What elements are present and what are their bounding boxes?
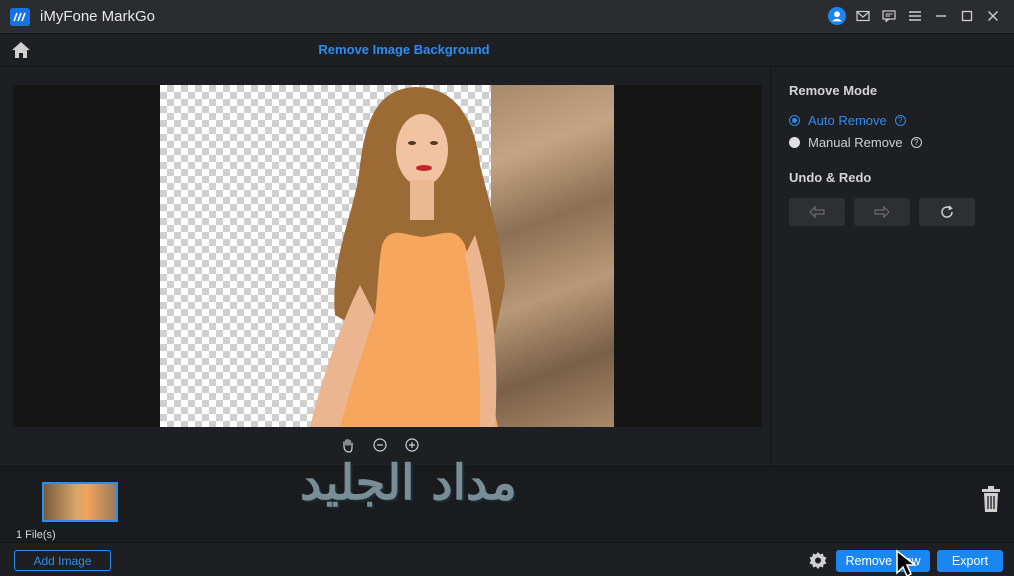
export-button[interactable]: Export — [937, 550, 1003, 572]
zoom-out-icon[interactable] — [372, 437, 388, 453]
trash-icon[interactable] — [980, 485, 1002, 513]
bottom-bar: Add Image Remove Now Export — [0, 542, 1014, 576]
image-thumbnail[interactable] — [42, 482, 118, 522]
close-icon[interactable] — [984, 7, 1002, 25]
header-bar: Remove Image Background — [0, 34, 1014, 67]
redo-button[interactable] — [854, 198, 910, 226]
page-title: Remove Image Background — [318, 42, 490, 57]
canvas-stage — [13, 85, 762, 427]
minimize-icon[interactable] — [932, 7, 950, 25]
mode-manual-remove[interactable]: Manual Remove ? — [789, 135, 922, 150]
maximize-icon[interactable] — [958, 7, 976, 25]
mode-label: Auto Remove — [808, 113, 887, 128]
settings-panel: Remove Mode Auto Remove ? Manual Remove … — [770, 68, 1014, 466]
add-image-button[interactable]: Add Image — [14, 550, 111, 571]
menu-icon[interactable] — [906, 7, 924, 25]
file-count: 1 File(s) — [16, 529, 56, 541]
gear-icon[interactable] — [808, 551, 828, 571]
help-icon[interactable]: ? — [894, 115, 906, 126]
subject-figure — [310, 87, 505, 427]
canvas-area — [0, 68, 770, 466]
redo-icon — [874, 205, 890, 219]
undo-redo-title: Undo & Redo — [789, 170, 872, 185]
remove-mode-title: Remove Mode — [789, 83, 878, 98]
zoom-in-icon[interactable] — [404, 437, 420, 453]
mode-label: Manual Remove — [808, 135, 903, 150]
title-bar: iMyFone MarkGo — [0, 0, 1014, 34]
window-controls — [828, 7, 1002, 25]
mail-icon[interactable] — [854, 7, 872, 25]
hand-pan-icon[interactable] — [340, 437, 356, 453]
mode-auto-remove[interactable]: Auto Remove ? — [789, 113, 906, 128]
reset-icon — [941, 205, 953, 218]
radio-selected-icon[interactable] — [789, 115, 800, 126]
mouse-cursor-icon — [895, 549, 935, 576]
help-icon[interactable]: ? — [910, 137, 922, 148]
undo-icon — [809, 205, 825, 219]
app-title: iMyFone MarkGo — [40, 8, 156, 25]
radio-unselected-icon[interactable] — [789, 137, 800, 148]
app-logo-icon — [10, 7, 30, 26]
reset-button[interactable] — [919, 198, 975, 226]
undo-button[interactable] — [789, 198, 845, 226]
edited-image[interactable] — [160, 85, 614, 427]
watermark-text: مداد الجليد — [300, 455, 517, 511]
zoom-toolbar — [340, 437, 420, 453]
account-icon[interactable] — [828, 7, 846, 25]
feedback-icon[interactable] — [880, 7, 898, 25]
